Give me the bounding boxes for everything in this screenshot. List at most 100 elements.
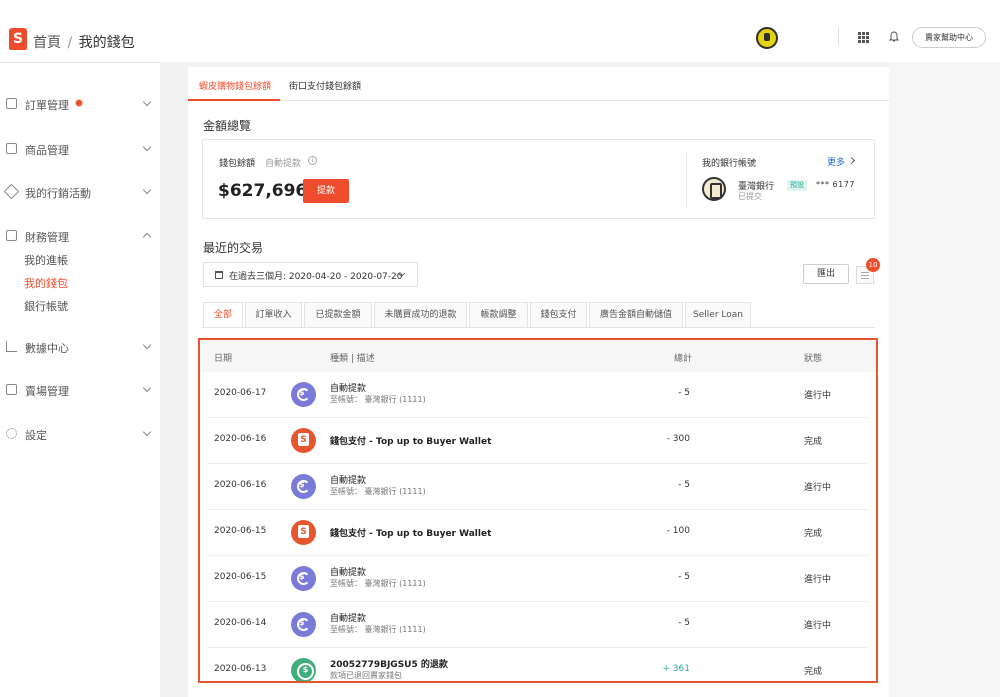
date-range-select[interactable]: 在過去三個月: 2020-04-20 - 2020-07-20 [203, 262, 418, 287]
row-title: 自動提款 [330, 384, 367, 394]
sidebar-item-label: 數據中心 [25, 342, 69, 355]
bank-logo-icon [702, 177, 726, 201]
info-icon[interactable]: i [308, 156, 317, 165]
chart-icon [6, 341, 17, 352]
filter-tab-refunds[interactable]: 未購買成功的退款 [374, 302, 467, 328]
breadcrumb: 首頁 / 我的錢包 [33, 32, 135, 52]
table-row[interactable]: 2020-06-15 錢包支付 - Top up to Buyer Wallet -… [208, 510, 868, 556]
sidebar-item-label: 我的行銷活動 [25, 187, 91, 200]
notification-dot [76, 100, 82, 106]
apps-grid-icon[interactable] [858, 32, 869, 43]
sidebar-item-label: 財務管理 [25, 231, 69, 244]
top-bar: S 首頁 / 我的錢包 賣家幫助中心 [0, 0, 1000, 62]
sidebar-item-data-center[interactable]: 數據中心 [6, 337, 154, 357]
tag-icon [3, 183, 20, 200]
bank-account-title: 我的銀行帳號 [702, 159, 757, 169]
box-icon [6, 143, 17, 154]
balance-amount: $627,696 [218, 181, 308, 201]
sidebar-item-label: 賣場管理 [25, 385, 69, 398]
breadcrumb-home[interactable]: 首頁 [33, 35, 61, 51]
chevron-down-icon [142, 185, 152, 195]
row-status: 進行中 [804, 391, 832, 401]
sidebar-item-label: 商品管理 [25, 144, 69, 157]
active-tab-underline [188, 99, 280, 101]
table-row[interactable]: 2020-06-14 自動提款至帳號： 臺灣銀行 (1111) - 5 進行中 [208, 602, 868, 648]
more-link[interactable]: 更多 [827, 155, 845, 168]
row-amount: - 5 [678, 480, 690, 490]
row-status: 進行中 [804, 483, 832, 493]
sidebar-subitem-my-wallet[interactable]: 我的錢包 [24, 275, 68, 291]
overview-title: 金額總覽 [203, 119, 252, 133]
sidebar-item-products[interactable]: 商品管理 [6, 139, 154, 159]
shopee-logo-icon[interactable]: S [9, 28, 27, 50]
refund-icon [291, 658, 316, 681]
chevron-down-icon [142, 383, 152, 393]
filter-tab-seller-loan[interactable]: Seller Loan [685, 302, 751, 328]
table-row[interactable]: 2020-06-16 自動提款至帳號： 臺灣銀行 (1111) - 5 進行中 [208, 464, 868, 510]
row-date: 2020-06-15 [214, 526, 267, 536]
sidebar-item-shop[interactable]: 賣場管理 [6, 380, 154, 400]
sidebar-item-orders[interactable]: 訂單管理 [6, 94, 154, 114]
row-title: 自動提款 [330, 568, 367, 578]
row-subtitle: 至帳號： 臺灣銀行 (1111) [330, 579, 426, 588]
sidebar-item-finance[interactable]: 財務管理 [6, 226, 154, 246]
row-subtitle: 款項已退回賣家錢包 [330, 671, 402, 680]
bell-icon[interactable] [889, 31, 899, 43]
calendar-icon [215, 271, 223, 279]
clipboard-icon [6, 98, 17, 109]
breadcrumb-current: 我的錢包 [78, 35, 135, 51]
avatar[interactable] [756, 27, 778, 49]
recent-transactions-title: 最近的交易 [203, 241, 264, 255]
card-divider [686, 152, 687, 208]
withdraw-button[interactable]: 提款 [303, 179, 349, 203]
tab-shopee-wallet[interactable]: 蝦皮購物錢包餘額 [199, 79, 271, 92]
filter-tab-adjustments[interactable]: 帳款調整 [469, 302, 528, 328]
sidebar-item-label: 訂單管理 [25, 99, 69, 112]
row-status: 完成 [804, 529, 823, 539]
row-status: 完成 [804, 667, 823, 677]
date-range-value: 在過去三個月: 2020-04-20 - 2020-07-20 [229, 272, 403, 282]
row-title: 錢包支付 - Top up to Buyer Wallet [330, 437, 492, 447]
row-subtitle: 至帳號： 臺灣銀行 (1111) [330, 487, 426, 496]
column-amount: 總計 [674, 354, 693, 364]
filter-tab-wallet-payment[interactable]: 錢包支付 [530, 302, 587, 328]
filter-tab-order-income[interactable]: 訂單收入 [245, 302, 302, 328]
row-amount: - 300 [666, 434, 690, 444]
sidebar-subitem-bank-account[interactable]: 銀行帳號 [24, 298, 68, 314]
chevron-down-icon [142, 97, 152, 107]
filter-tab-all[interactable]: 全部 [203, 302, 243, 328]
count-badge: 10 [866, 258, 880, 272]
export-button[interactable]: 匯出 [803, 264, 849, 284]
row-title: 錢包支付 - Top up to Buyer Wallet [330, 529, 492, 539]
wallet-tabs: 蝦皮購物錢包餘額 街口支付錢包餘額 [188, 67, 889, 101]
default-badge: 預設 [787, 180, 807, 191]
table-header: 日期 種類 | 描述 總計 狀態 [200, 340, 876, 372]
bank-status: 已提交 [738, 192, 762, 201]
row-amount: - 100 [666, 526, 690, 536]
wallet-icon [6, 230, 17, 241]
row-status: 進行中 [804, 621, 832, 631]
row-date: 2020-06-15 [214, 572, 267, 582]
row-date: 2020-06-17 [214, 388, 267, 398]
seller-help-center-button[interactable]: 賣家幫助中心 [912, 27, 986, 48]
table-row[interactable]: 2020-06-15 自動提款至帳號： 臺灣銀行 (1111) - 5 進行中 [208, 556, 868, 602]
table-row[interactable]: 2020-06-16 錢包支付 - Top up to Buyer Wallet -… [208, 418, 868, 464]
sidebar-item-marketing[interactable]: 我的行銷活動 [3, 182, 154, 202]
auto-withdraw-label: 自動提款 [265, 159, 302, 169]
sidebar-top-divider [0, 62, 160, 63]
column-date: 日期 [214, 354, 233, 364]
breadcrumb-separator: / [67, 35, 73, 51]
shop-icon [6, 384, 17, 395]
sidebar-item-settings[interactable]: 設定 [6, 424, 154, 444]
row-title: 自動提款 [330, 476, 367, 486]
filter-tab-ad-topup[interactable]: 廣告金額自動儲值 [589, 302, 683, 328]
filter-tab-withdrawn[interactable]: 已提款金額 [304, 302, 372, 328]
row-amount: - 5 [678, 388, 690, 398]
tab-jkopay-wallet[interactable]: 街口支付錢包餘額 [289, 79, 361, 92]
column-type: 種類 | 描述 [330, 354, 375, 364]
sidebar-subitem-income[interactable]: 我的進帳 [24, 252, 68, 268]
table-row[interactable]: 2020-06-17 自動提款至帳號： 臺灣銀行 (1111) - 5 進行中 [208, 372, 868, 418]
row-subtitle: 至帳號： 臺灣銀行 (1111) [330, 625, 426, 634]
row-amount: + 361 [662, 664, 690, 674]
table-row[interactable]: 2020-06-13 20052779BJGSU5 的退款款項已退回賣家錢包 + 3… [208, 648, 868, 681]
